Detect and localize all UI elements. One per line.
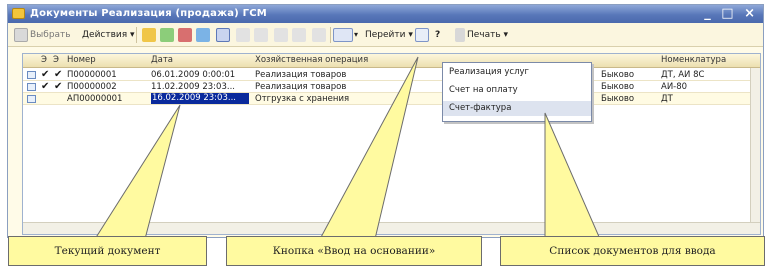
pointer-current-document <box>94 104 181 240</box>
callout-documents-list: Список документов для ввода <box>500 236 765 266</box>
pointer-documents-list <box>544 112 601 240</box>
pointer-input-basis <box>319 56 419 240</box>
callout-current-document: Текущий документ <box>8 236 207 266</box>
callout-input-basis-button: Кнопка «Ввод на основании» <box>226 236 482 266</box>
callout-pointers <box>94 56 601 240</box>
